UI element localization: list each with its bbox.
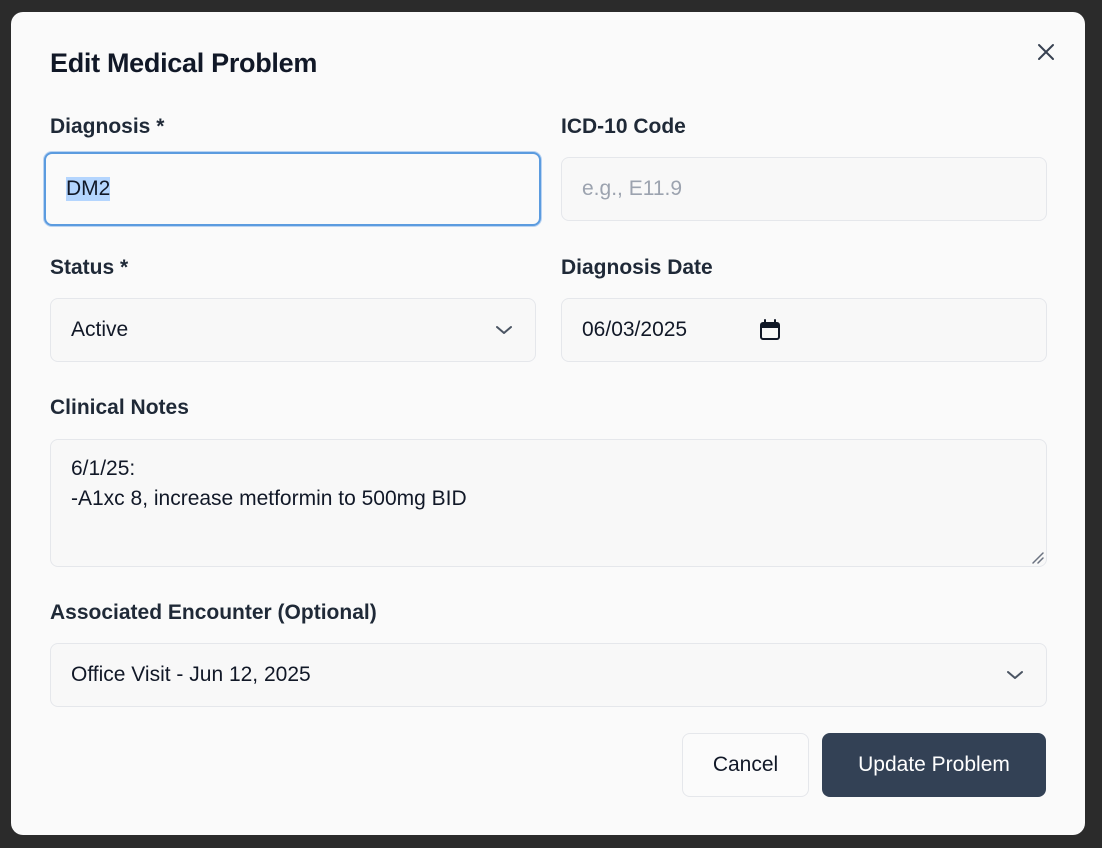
status-label: Status * [50, 256, 129, 279]
clinical-notes-label: Clinical Notes [50, 396, 189, 419]
diagnosis-label: Diagnosis * [50, 115, 165, 138]
resize-handle-icon[interactable] [1030, 550, 1044, 564]
diagnosis-value: DM2 [66, 177, 111, 201]
encounter-select[interactable]: Office Visit - Jun 12, 2025 [50, 643, 1047, 707]
dialog-title: Edit Medical Problem [50, 48, 318, 78]
icd10-label: ICD-10 Code [561, 115, 686, 138]
diagnosis-date-value: 06/03/2025 [582, 318, 688, 341]
diagnosis-date-input[interactable]: 06/03/2025 [561, 298, 1047, 362]
encounter-label: Associated Encounter (Optional) [50, 601, 377, 624]
clinical-notes-textarea[interactable]: 6/1/25: -A1xc 8, increase metformin to 5… [50, 439, 1047, 567]
close-icon [1038, 44, 1054, 60]
chevron-down-icon [1007, 671, 1023, 679]
clinical-notes-value: 6/1/25: -A1xc 8, increase metformin to 5… [71, 457, 467, 510]
encounter-value: Office Visit - Jun 12, 2025 [71, 663, 311, 686]
status-select[interactable]: Active [50, 298, 536, 362]
edit-problem-dialog: Edit Medical Problem Diagnosis * DM2 ICD… [11, 12, 1085, 835]
chevron-down-icon [496, 326, 512, 334]
close-button[interactable] [1033, 39, 1059, 65]
cancel-button[interactable]: Cancel [682, 733, 809, 797]
icd10-placeholder: e.g., E11.9 [582, 177, 683, 200]
diagnosis-date-label: Diagnosis Date [561, 256, 713, 279]
diagnosis-input[interactable]: DM2 [44, 152, 541, 226]
calendar-icon[interactable] [759, 319, 781, 341]
icd10-input[interactable]: e.g., E11.9 [561, 157, 1047, 221]
status-value: Active [71, 318, 129, 341]
update-problem-button[interactable]: Update Problem [822, 733, 1046, 797]
